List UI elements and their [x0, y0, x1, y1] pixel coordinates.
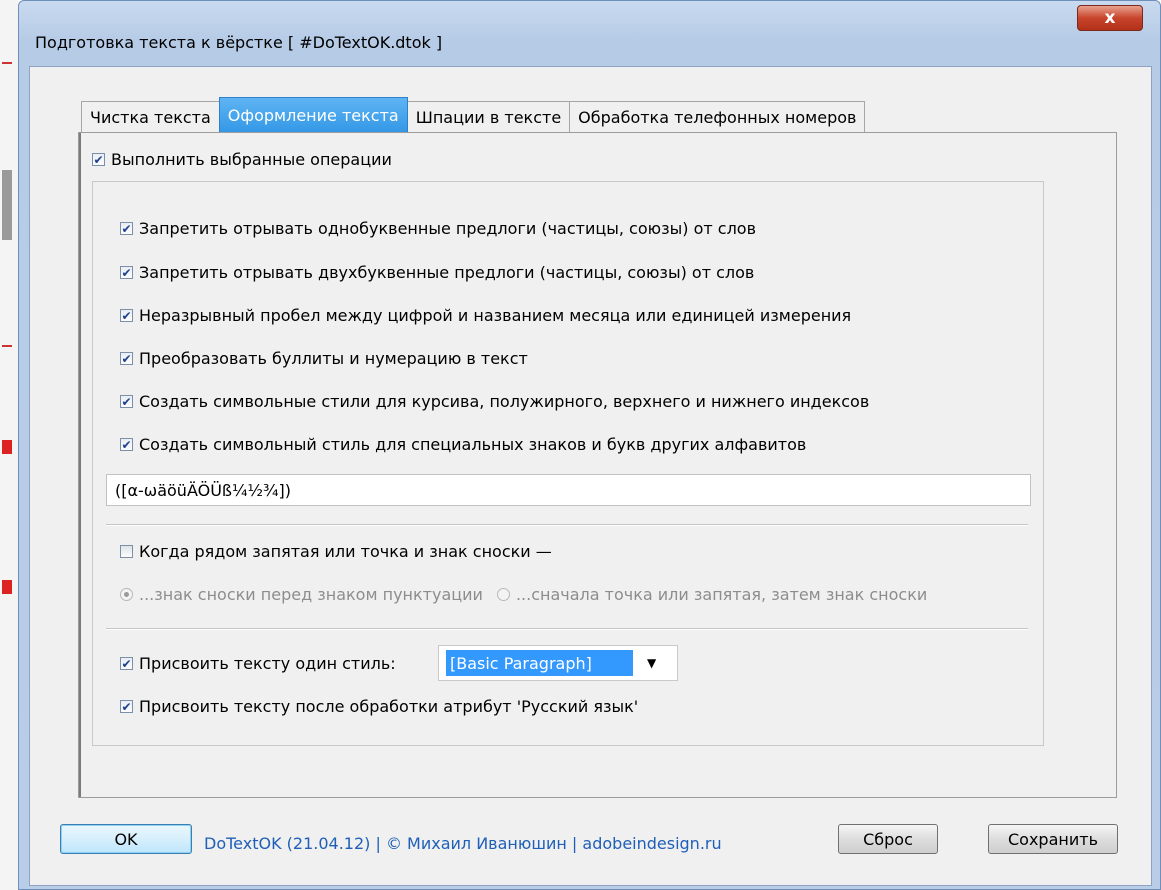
dropdown-arrow-icon[interactable]: ▼ — [647, 656, 656, 670]
option-label: Неразрывный пробел между цифрой и назван… — [139, 306, 852, 325]
execute-checkbox[interactable]: ✔ — [92, 153, 105, 166]
panel-edge — [79, 133, 81, 797]
selected-style: [Basic Paragraph] — [446, 650, 633, 676]
radio-after-label: ...сначала точка или запятая, затем знак… — [515, 585, 928, 604]
background-mark — [2, 440, 12, 454]
lang-option[interactable]: ✔ Присвоить тексту после обработки атриб… — [120, 697, 638, 716]
credits-link[interactable]: DoTextOK (21.04.12) | © Михаил Иванюшин … — [204, 834, 722, 853]
option-two-letter[interactable]: ✔ Запретить отрывать двухбуквенные предл… — [120, 263, 754, 282]
option-checkbox[interactable]: ✔ — [120, 352, 133, 365]
radio-before-label: ...знак сноски перед знаком пунктуации — [139, 585, 483, 604]
style-checkbox[interactable]: ✔ — [120, 657, 133, 670]
tab-cleanup[interactable]: Чистка текста — [81, 101, 220, 132]
option-checkbox[interactable]: ✔ — [120, 266, 133, 279]
background-app-strip — [0, 0, 18, 890]
radio-after-punct[interactable] — [496, 588, 510, 601]
option-one-letter[interactable]: ✔ Запретить отрывать однобуквенные предл… — [120, 219, 756, 238]
option-label: Создать символьный стиль для специальных… — [139, 435, 807, 454]
footnote-checkbox[interactable] — [120, 545, 133, 558]
lang-label: Присвоить тексту после обработки атрибут… — [139, 697, 639, 716]
footnote-radio-group: ...знак сноски перед знаком пунктуации .… — [120, 585, 927, 604]
option-bullets[interactable]: ✔ Преобразовать буллиты и нумерацию в те… — [120, 349, 528, 368]
footnote-option[interactable]: Когда рядом запятая или точка и знак сно… — [120, 542, 552, 561]
dialog-client: Чистка текста Оформление текста Шпации в… — [29, 66, 1152, 886]
special-chars-input[interactable]: ([α-ωäöüÄÖÜß¼½¾]) — [106, 474, 1031, 506]
save-button[interactable]: Сохранить — [988, 824, 1118, 854]
close-icon: x — [1104, 7, 1116, 28]
style-option[interactable]: ✔ Присвоить тексту один стиль: — [120, 654, 396, 673]
dialog-window: Подготовка текста к вёрстке [ #DoTextOK.… — [18, 0, 1161, 890]
footnote-label: Когда рядом запятая или точка и знак сно… — [139, 542, 552, 561]
background-mark — [2, 62, 12, 64]
window-title: Подготовка текста к вёрстке [ #DoTextOK.… — [35, 33, 443, 52]
option-nbsp-units[interactable]: ✔ Неразрывный пробел между цифрой и назв… — [120, 306, 851, 325]
divider — [106, 524, 1028, 526]
ok-button[interactable]: OK — [60, 824, 192, 854]
close-button[interactable]: x — [1077, 5, 1143, 31]
option-checkbox[interactable]: ✔ — [120, 222, 133, 235]
style-label: Присвоить тексту один стиль: — [139, 654, 396, 673]
option-char-styles[interactable]: ✔ Создать символьные стили для курсива, … — [120, 392, 869, 411]
option-label: Запретить отрывать двухбуквенные предлог… — [139, 263, 755, 282]
radio-before-punct[interactable] — [120, 588, 133, 601]
lang-checkbox[interactable]: ✔ — [120, 700, 133, 713]
background-scrollbar — [2, 170, 12, 240]
execute-option[interactable]: ✔ Выполнить выбранные операции — [92, 150, 392, 169]
option-checkbox[interactable]: ✔ — [120, 438, 133, 451]
tab-bar: Чистка текста Оформление текста Шпации в… — [81, 97, 866, 132]
option-special-chars[interactable]: ✔ Создать символьный стиль для специальн… — [120, 435, 806, 454]
reset-button[interactable]: Сброс — [838, 824, 938, 854]
tab-formatting[interactable]: Оформление текста — [218, 97, 408, 132]
paragraph-style-select[interactable]: [Basic Paragraph] ▼ — [438, 645, 678, 681]
background-mark — [2, 345, 12, 347]
option-checkbox[interactable]: ✔ — [120, 309, 133, 322]
tab-phone-numbers[interactable]: Обработка телефонных номеров — [569, 101, 866, 132]
tab-spaces[interactable]: Шпации в тексте — [406, 101, 571, 132]
background-mark — [2, 580, 12, 594]
divider — [106, 628, 1028, 630]
option-label: Преобразовать буллиты и нумерацию в текс… — [139, 349, 528, 368]
execute-label: Выполнить выбранные операции — [111, 150, 392, 169]
option-checkbox[interactable]: ✔ — [120, 395, 133, 408]
option-label: Запретить отрывать однобуквенные предлог… — [139, 219, 757, 238]
option-label: Создать символьные стили для курсива, по… — [139, 392, 870, 411]
